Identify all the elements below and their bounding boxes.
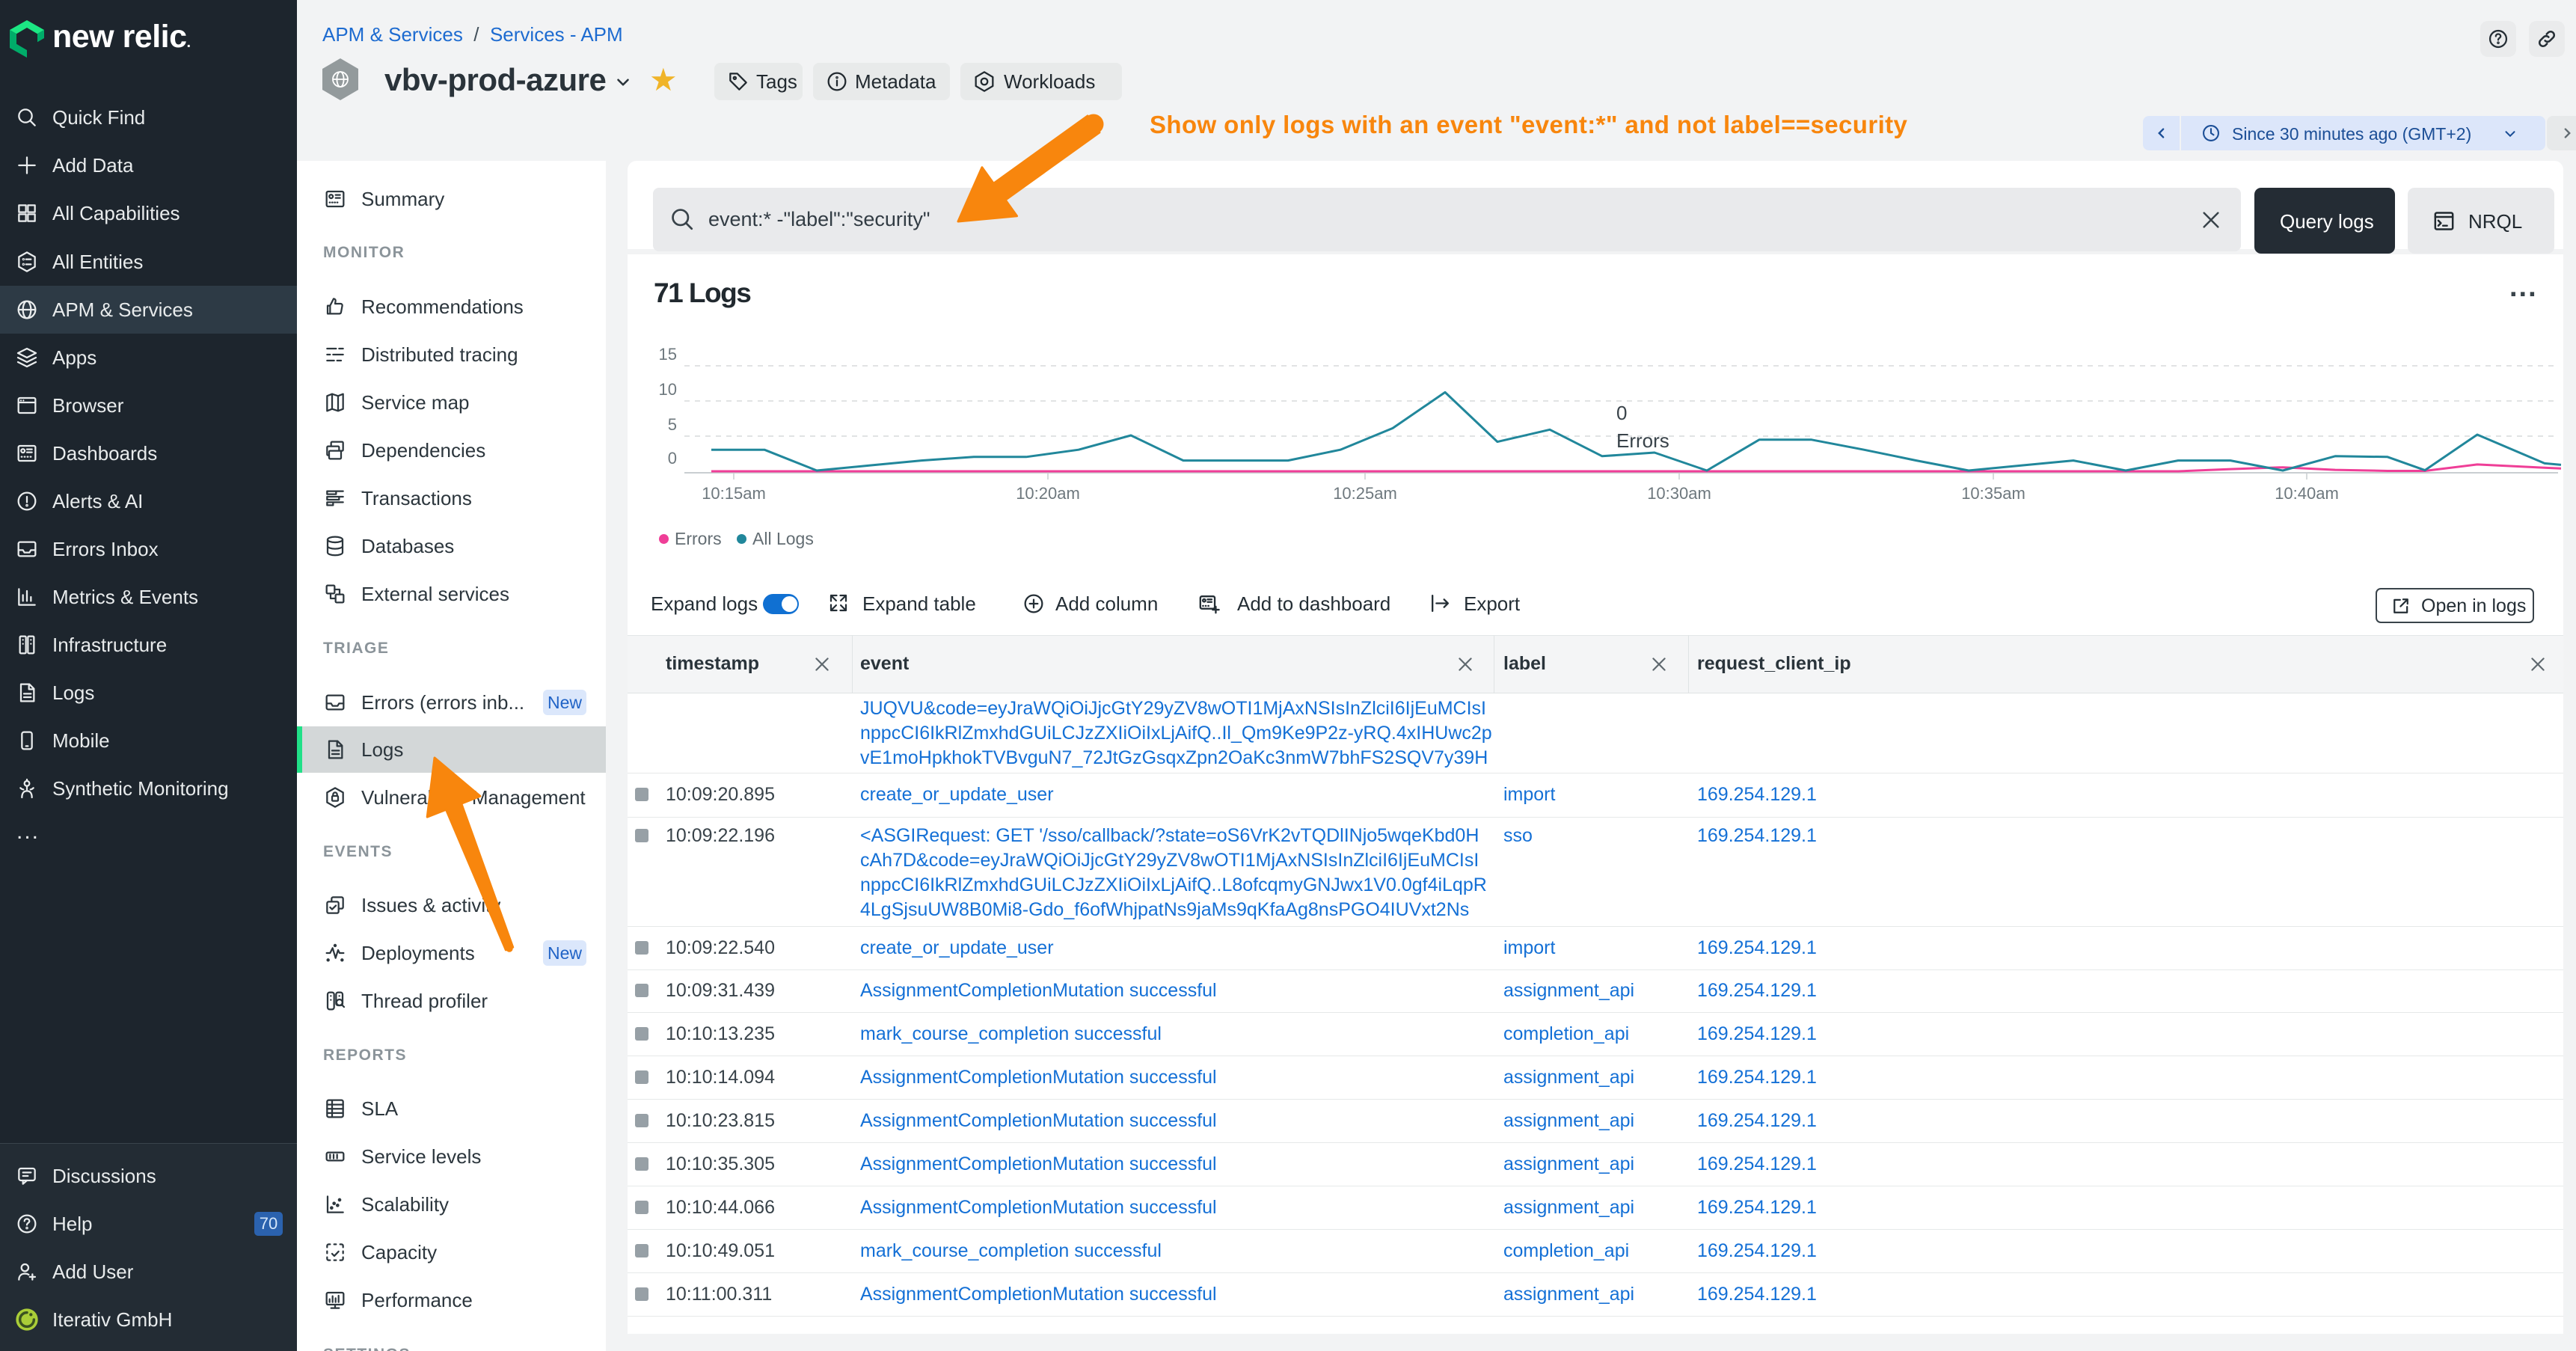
svg-text:10:40am: 10:40am: [2275, 484, 2339, 503]
svg-text:5: 5: [668, 415, 677, 434]
svg-text:0: 0: [1616, 402, 1627, 424]
svg-text:0: 0: [668, 449, 677, 468]
svg-text:10:25am: 10:25am: [1333, 484, 1397, 503]
svg-text:Errors: Errors: [1616, 429, 1669, 452]
svg-text:10:20am: 10:20am: [1016, 484, 1080, 503]
svg-text:10:35am: 10:35am: [1961, 484, 2025, 503]
svg-text:10:15am: 10:15am: [702, 484, 766, 503]
svg-text:15: 15: [659, 345, 677, 364]
svg-text:10:30am: 10:30am: [1647, 484, 1711, 503]
svg-text:10: 10: [659, 380, 677, 399]
